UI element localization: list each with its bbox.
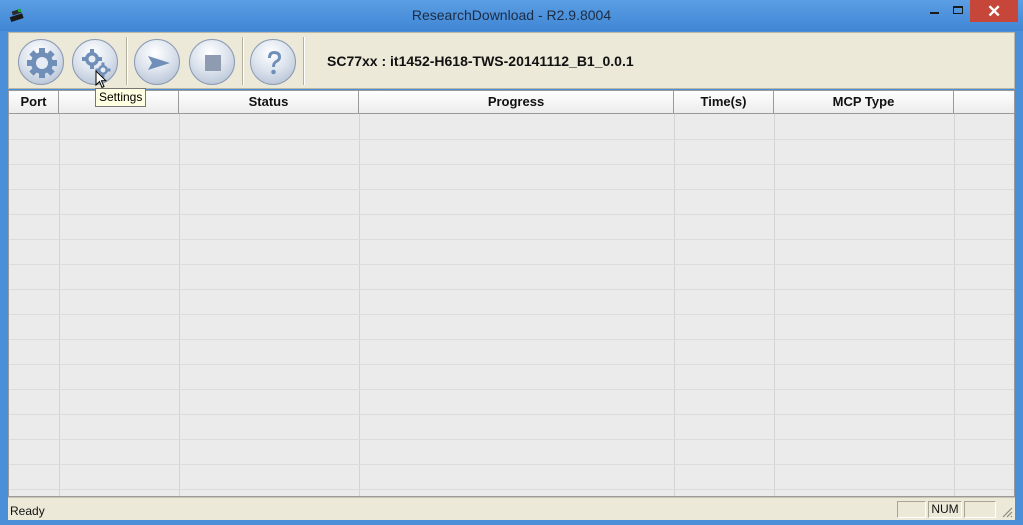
status-text: Ready [10, 504, 45, 518]
close-button[interactable]: ✕ [970, 0, 1018, 22]
app-window: ResearchDownload - R2.9.8004 ✕ SC77xx: … [0, 0, 1023, 525]
table-row [9, 215, 1014, 240]
window-title: ResearchDownload - R2.9.8004 [411, 7, 612, 23]
toolbar-separator [126, 37, 128, 85]
column-header-mcp-type[interactable]: MCP Type [774, 91, 954, 114]
about-button[interactable] [250, 39, 296, 85]
column-header-port[interactable]: Port [9, 91, 59, 114]
maximize-icon [953, 6, 963, 14]
load-packet-button[interactable] [18, 39, 64, 85]
column-header-extra[interactable] [954, 91, 1014, 114]
table-row [9, 265, 1014, 290]
table-row [9, 165, 1014, 190]
settings-tooltip: Settings [95, 88, 147, 107]
table-row [9, 365, 1014, 390]
title-bar[interactable]: ResearchDownload - R2.9.8004 ✕ [0, 0, 1023, 31]
question-icon [268, 51, 281, 75]
table-row [9, 465, 1014, 490]
table-row [9, 340, 1014, 365]
play-arrow-icon [148, 56, 170, 70]
column-header-progress[interactable]: Progress [359, 91, 674, 114]
status-bar: Ready NUM [8, 497, 1015, 520]
toolbar: SC77xx : it1452-H618-TWS-20141112_B1_0.0… [8, 32, 1015, 89]
toolbar-separator [242, 37, 244, 85]
close-icon: ✕ [987, 2, 1002, 21]
minimize-button[interactable] [923, 0, 950, 22]
gear-icon [27, 48, 57, 78]
start-download-button[interactable] [134, 39, 180, 85]
table-row [9, 315, 1014, 340]
status-pane-caps [897, 501, 926, 518]
table-header: Port Status Progress Time(s) MCP Type [9, 91, 1014, 114]
table-row [9, 415, 1014, 440]
status-pane-num: NUM [928, 501, 962, 518]
minimize-icon [930, 12, 939, 14]
stop-icon [205, 55, 221, 71]
stop-download-button[interactable] [189, 39, 235, 85]
table-row [9, 115, 1014, 140]
table-row [9, 440, 1014, 465]
mouse-cursor-icon [95, 70, 107, 89]
table-row [9, 190, 1014, 215]
packet-file-label: SC77xx : it1452-H618-TWS-20141112_B1_0.0… [327, 53, 634, 69]
port-table[interactable]: Port Status Progress Time(s) MCP Type [8, 90, 1015, 497]
table-row [9, 390, 1014, 415]
column-header-status[interactable]: Status [179, 91, 359, 114]
table-row [9, 290, 1014, 315]
status-pane-scroll [964, 501, 996, 518]
toolbar-separator [303, 37, 305, 85]
table-row [9, 140, 1014, 165]
table-row [9, 240, 1014, 265]
resize-grip-icon[interactable] [1001, 506, 1013, 518]
column-header-time[interactable]: Time(s) [674, 91, 774, 114]
maximize-button[interactable] [950, 0, 968, 22]
